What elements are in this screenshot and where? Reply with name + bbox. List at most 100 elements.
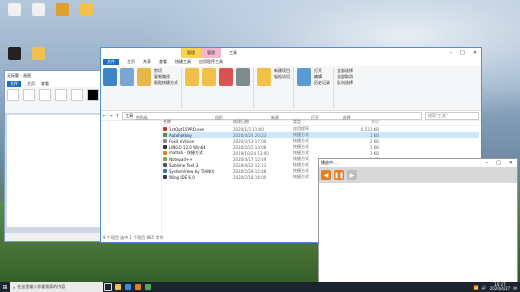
tab-view[interactable]: 查看 xyxy=(159,59,167,65)
windows-start-icon[interactable]: ⊞ xyxy=(0,282,10,292)
invert-selection-label[interactable]: 反向选择 xyxy=(337,80,353,86)
paint-tab-view[interactable]: 查看 xyxy=(41,81,49,87)
player-title: 播放中... xyxy=(321,160,337,165)
player-close-icon[interactable]: ✕ xyxy=(509,160,513,166)
context-tab-manage-2[interactable]: 管理 xyxy=(201,48,221,58)
file-date: 2020/2/22 13:08 xyxy=(233,144,267,150)
taskbar-search-placeholder: 在这里输入你要搜索的内容 xyxy=(17,284,66,289)
file-name-cell: Sublime Text 3 xyxy=(163,163,233,168)
file-name: Sublime Text 3 xyxy=(169,162,199,168)
easy-access-label[interactable]: 轻松访问 xyxy=(274,74,290,80)
desktop-icon[interactable] xyxy=(4,47,24,61)
context-tab-manage-1[interactable]: 管理 xyxy=(181,48,201,58)
notification-icon[interactable]: ▤ xyxy=(513,285,517,290)
tab-shortcut-tools[interactable]: 快捷工具 xyxy=(175,59,191,65)
player-maximize-icon[interactable]: □ xyxy=(496,160,501,166)
file-date: 2020/4/22 12:13 xyxy=(233,162,267,168)
tab-file[interactable]: 文件 xyxy=(103,59,119,65)
paint-tab-home[interactable]: 主页 xyxy=(27,81,35,87)
file-date: 2019/10/24 13:00 xyxy=(233,150,269,156)
move-to-button[interactable] xyxy=(185,68,199,86)
paste-button[interactable] xyxy=(137,68,151,86)
history-label[interactable]: 历史记录 xyxy=(314,80,330,86)
file-size: 2 KB xyxy=(369,138,379,144)
player-window-controls: – □ ✕ xyxy=(486,160,517,166)
file-date: 2020/4/24 20:23 xyxy=(233,132,267,138)
paste-shortcut-label[interactable]: 粘贴快捷方式 xyxy=(154,80,178,86)
rename-button[interactable] xyxy=(236,68,250,86)
paint-taskbar-icon[interactable] xyxy=(133,282,143,292)
select-text: 全部选择 全部取消 反向选择 xyxy=(337,68,353,108)
file-icon xyxy=(163,139,167,143)
copy-to-button[interactable] xyxy=(202,68,216,86)
clock[interactable]: 10:27 2020/4/27 xyxy=(490,283,511,291)
player-titlebar: 播放中... – □ ✕ xyxy=(319,159,517,167)
network-icon[interactable]: 📶 xyxy=(474,285,479,290)
file-size: 6,531 KB xyxy=(360,126,379,132)
app-taskbar-icon[interactable] xyxy=(143,282,153,292)
close-icon[interactable]: ✕ xyxy=(473,50,477,56)
file-size: 1 KB xyxy=(369,144,379,150)
properties-button[interactable] xyxy=(297,68,311,86)
copy-button[interactable] xyxy=(120,68,134,86)
taskbar-search-icon: ⌕ xyxy=(13,284,16,290)
previous-icon[interactable]: ◀ xyxy=(321,170,331,180)
shapes-tool[interactable] xyxy=(55,89,67,101)
player-controls: ◀ ❚❚ ▶ xyxy=(319,167,517,183)
task-view-icon[interactable] xyxy=(103,282,113,292)
explorer-title: 工具 xyxy=(229,50,237,55)
select-tool[interactable] xyxy=(23,89,35,101)
explorer-ribbon: 剪切 复制路径 粘贴快捷方式 剪贴板 组织 新建项目 轻松访问 新建 打开 编辑… xyxy=(101,66,481,120)
desktop-icon[interactable] xyxy=(52,3,72,17)
file-name-cell: matlab - 快捷方式 xyxy=(163,150,233,156)
explorer-status: 9 个项目 选中 1 个项目 865 字节 xyxy=(103,235,164,240)
tab-home[interactable]: 主页 xyxy=(127,59,135,65)
player-minimize-icon[interactable]: – xyxy=(486,160,489,166)
next-icon[interactable]: ▶ xyxy=(347,170,357,180)
col-name[interactable]: 名称 xyxy=(163,119,233,125)
file-icon xyxy=(163,127,167,131)
volume-icon[interactable]: 🔊 xyxy=(482,285,487,290)
file-date: 2020/1/3 11:00 xyxy=(233,126,264,132)
new-text: 新建项目 轻松访问 xyxy=(274,68,290,108)
paint-tab-file[interactable]: 文件 xyxy=(7,80,21,87)
file-date: 2020/2/13 17:00 xyxy=(233,138,267,144)
explorer-taskbar-icon[interactable] xyxy=(113,282,123,292)
file-size: 3 KB xyxy=(369,150,379,156)
file-icon xyxy=(163,169,167,173)
file-name-cell: Foxit eVision xyxy=(163,139,233,144)
size-tool[interactable] xyxy=(71,89,83,101)
group-open: 打开 编辑 历史记录 打开 xyxy=(297,68,334,120)
color1-swatch[interactable] xyxy=(87,89,99,101)
tab-app-tools[interactable]: 应用程序工具 xyxy=(199,59,223,65)
system-tray: 📶 🔊 10:27 2020/4/27 ▤ xyxy=(474,283,520,291)
file-date: 2020/4/17 12:49 xyxy=(233,156,267,162)
pin-button[interactable] xyxy=(103,68,117,86)
desktop-icon[interactable] xyxy=(4,3,24,17)
group-select: 全部选择 全部取消 反向选择 选择 xyxy=(337,68,356,120)
file-name: 1stOpt15PRO.exe xyxy=(169,126,205,132)
desktop-icon[interactable] xyxy=(76,3,96,17)
file-name-cell: SystemView by TIANIX xyxy=(163,169,233,174)
brush-tool[interactable] xyxy=(39,89,51,101)
minimize-icon[interactable]: – xyxy=(450,50,453,56)
desktop-icon[interactable] xyxy=(28,47,48,61)
new-folder-button[interactable] xyxy=(257,68,271,86)
navigation-pane[interactable] xyxy=(101,118,162,238)
clipboard-text: 剪切 复制路径 粘贴快捷方式 xyxy=(154,68,178,108)
taskbar-search[interactable]: ⌕ 在这里输入你要搜索的内容 xyxy=(10,282,103,292)
desktop-icon[interactable] xyxy=(28,3,48,17)
browser-taskbar-icon[interactable] xyxy=(123,282,133,292)
file-icon xyxy=(163,157,167,161)
col-size[interactable]: 大小 xyxy=(333,119,379,125)
desktop-icon-image xyxy=(31,3,45,16)
maximize-icon[interactable]: □ xyxy=(460,50,465,56)
pause-icon[interactable]: ❚❚ xyxy=(334,170,344,180)
paste-tool[interactable] xyxy=(7,89,19,101)
col-date[interactable]: 修改日期 xyxy=(233,119,293,125)
file-name: LINGO 12.0 Win64 xyxy=(169,144,206,150)
desktop-icon-image xyxy=(31,47,45,60)
delete-button[interactable] xyxy=(219,68,233,86)
col-type[interactable]: 类型 xyxy=(293,119,333,125)
tab-share[interactable]: 共享 xyxy=(143,59,151,65)
